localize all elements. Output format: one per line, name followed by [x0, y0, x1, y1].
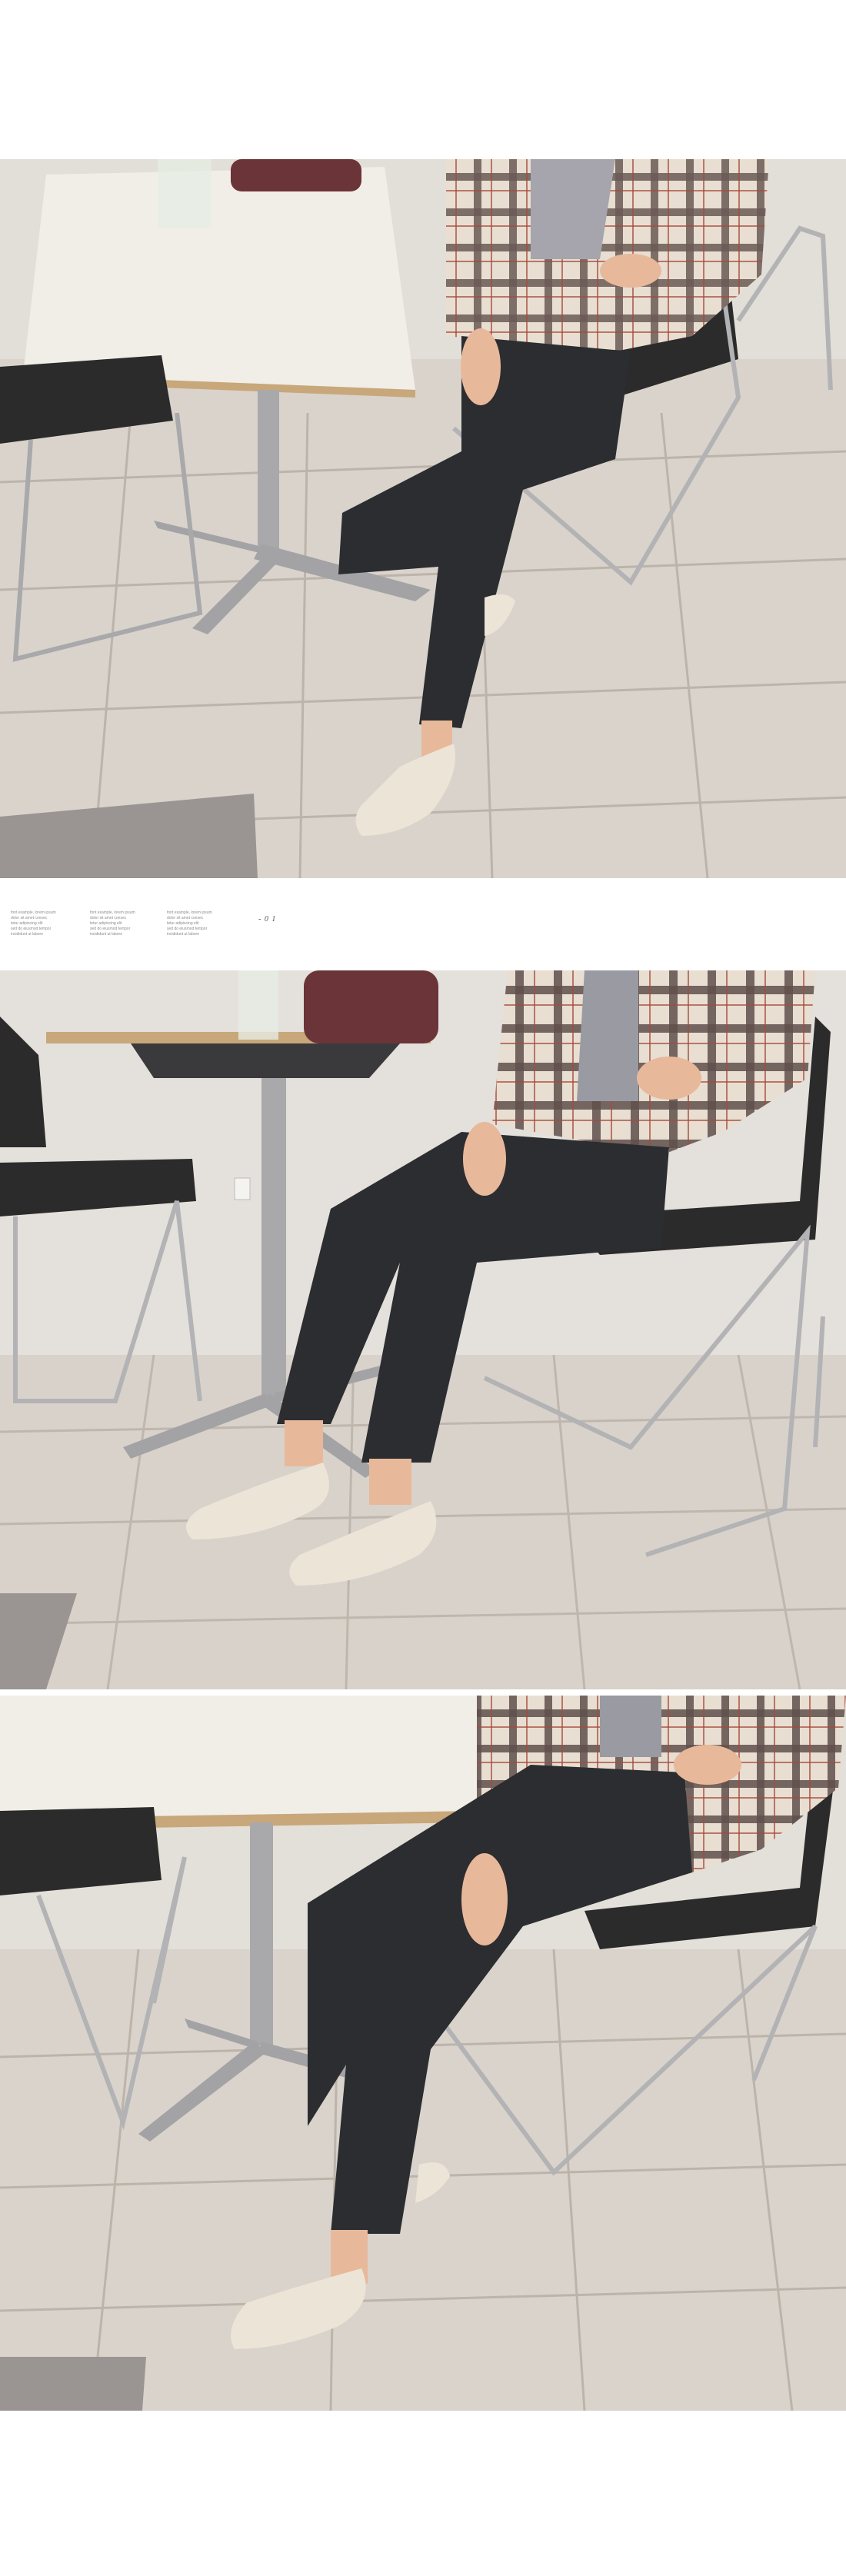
note-line: tetur adipiscing elit — [90, 921, 122, 926]
page-number: - 0 1 — [258, 915, 277, 924]
note-line: dolor sit amet consec — [11, 916, 48, 920]
note-line: tetur adipiscing elit — [11, 921, 43, 926]
ankle — [285, 1420, 323, 1466]
handbag — [304, 970, 438, 1043]
photo-3-scene — [0, 1696, 846, 2411]
photo-2-scene — [0, 970, 846, 1689]
caption-band: font example, lorem ipsum dolor sit amet… — [0, 878, 846, 970]
note-line: incididunt ut labore — [11, 932, 43, 937]
photo-1-scene — [0, 159, 846, 878]
note-line: font example, lorem ipsum — [90, 910, 135, 915]
caption-note: font example, lorem ipsum dolor sit amet… — [90, 910, 159, 937]
caption-note: font example, lorem ipsum dolor sit amet… — [11, 910, 80, 937]
note-line: font example, lorem ipsum — [167, 910, 212, 915]
rug — [0, 2357, 146, 2411]
note-line: font example, lorem ipsum — [11, 910, 56, 915]
note-line: incididunt ut labore — [90, 932, 122, 937]
hand — [463, 1122, 506, 1196]
note-line: sed do eiusmod tempor — [90, 927, 131, 931]
note-line: sed do eiusmod tempor — [167, 927, 208, 931]
glass-vase — [238, 970, 278, 1040]
note-line: dolor sit amet consec — [90, 916, 127, 920]
sweater — [577, 970, 638, 1101]
hand — [461, 1853, 508, 1945]
sweater — [600, 1696, 661, 1757]
handbag — [231, 159, 361, 191]
note-line: incididunt ut labore — [167, 932, 199, 937]
wall-outlet — [234, 1177, 251, 1200]
note-line: dolor sit amet consec — [167, 916, 204, 920]
hand — [461, 328, 501, 405]
note-line: sed do eiusmod tempor — [11, 927, 52, 931]
glass-vase — [158, 159, 212, 228]
caption-note: font example, lorem ipsum dolor sit amet… — [167, 910, 236, 937]
product-photo-2 — [0, 970, 846, 1689]
note-line: tetur adipiscing elit — [167, 921, 199, 926]
product-photo-1 — [0, 159, 846, 878]
product-photo-3 — [0, 1696, 846, 2411]
